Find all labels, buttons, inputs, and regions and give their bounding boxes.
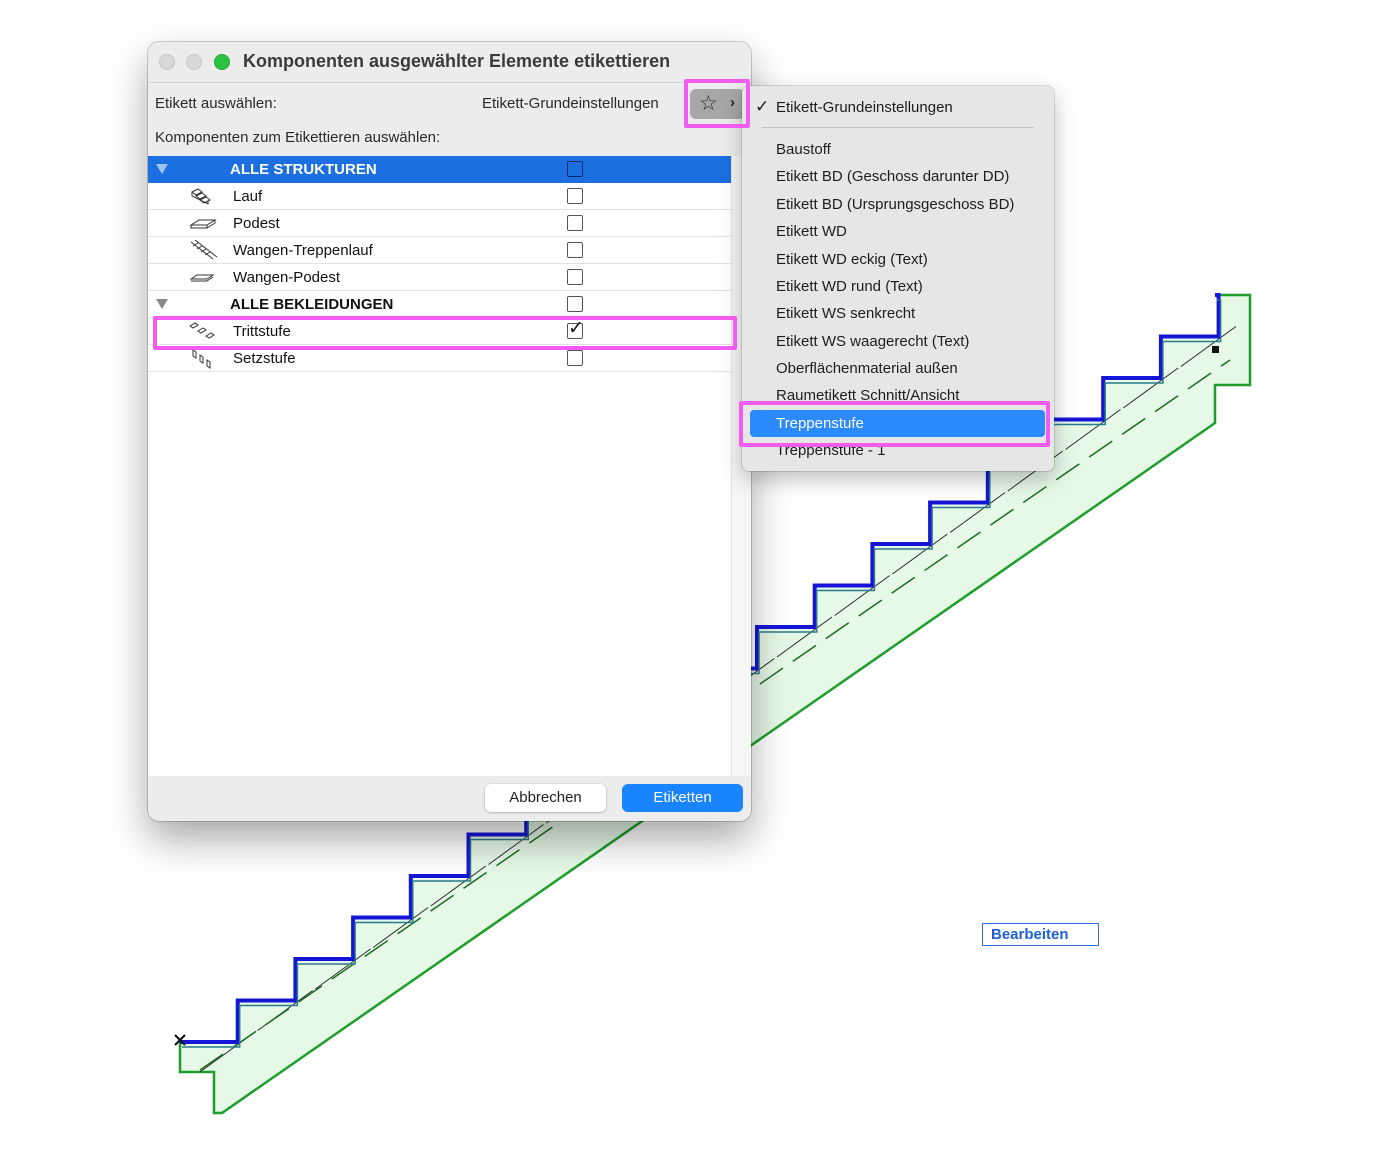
item-label: Wangen-Treppenlauf (233, 242, 373, 259)
annotation-favorites-button (684, 79, 750, 128)
list-item-wangen-treppenlauf[interactable]: Wangen-Treppenlauf (148, 237, 731, 264)
item-label: Podest (233, 215, 280, 232)
item-label: Wangen-Podest (233, 269, 341, 286)
checkbox-lauf[interactable] (567, 188, 583, 204)
disclosure-triangle-icon[interactable] (156, 299, 168, 309)
menu-item[interactable]: Etikett WS senkrecht (776, 305, 915, 322)
riser-icon (192, 349, 211, 369)
stringer-run-icon (190, 240, 218, 260)
minimize-window-button[interactable] (186, 54, 202, 70)
end-node-marker[interactable] (1212, 346, 1219, 353)
menu-item[interactable]: Etikett BD (Ursprungsgeschoss BD) (776, 196, 1014, 213)
menu-item[interactable]: Etikett WD (776, 223, 847, 240)
group-label: ALLE STRUKTUREN (230, 161, 377, 178)
components-caption: Komponenten zum Etikettieren auswählen: (155, 129, 441, 146)
list-item-wangen-podest[interactable]: Wangen-Podest (148, 264, 731, 291)
menu-item[interactable]: Baustoff (776, 141, 831, 158)
disclosure-triangle-icon[interactable] (156, 164, 168, 174)
select-label-caption: Etikett auswählen: (155, 95, 277, 112)
checkbox-claddings[interactable] (567, 296, 583, 312)
menu-item[interactable]: Etikett BD (Geschoss darunter DD) (776, 168, 1009, 185)
item-label: Setzstufe (233, 350, 296, 367)
checkbox-wangen-podest[interactable] (567, 269, 583, 285)
stringer-landing-icon (189, 274, 215, 282)
apply-labels-button[interactable]: Etiketten (622, 784, 743, 812)
dialog-footer: Abbrechen Etiketten (148, 776, 751, 821)
menu-item[interactable]: Etikett WD rund (Text) (776, 278, 923, 295)
menu-item[interactable]: Etikett WS waagerecht (Text) (776, 333, 969, 350)
dialog-title: Komponenten ausgewählter Elemente etiket… (243, 51, 671, 71)
checkbox-wangen-treppenlauf[interactable] (567, 242, 583, 258)
close-window-button[interactable] (159, 54, 175, 70)
menu-item-default[interactable]: Etikett-Grundeinstellungen (776, 99, 953, 116)
menu-separator (762, 127, 1034, 128)
annotation-trittstufe-row (153, 316, 737, 350)
edit-button[interactable]: Bearbeiten (982, 923, 1099, 946)
list-item-lauf[interactable]: Lauf (148, 183, 731, 210)
group-label: ALLE BEKLEIDUNGEN (230, 296, 394, 313)
label-components-dialog: Komponenten ausgewählter Elemente etiket… (148, 42, 751, 821)
checkmark-icon: ✓ (755, 97, 770, 116)
stair-run-icon (191, 188, 211, 205)
zoom-window-button[interactable] (214, 54, 230, 70)
cancel-button[interactable]: Abbrechen (485, 784, 606, 812)
landing-icon (189, 219, 217, 229)
menu-item[interactable]: Oberflächenmaterial außen (776, 360, 958, 377)
checkbox-podest[interactable] (567, 215, 583, 231)
item-label: Lauf (233, 188, 263, 205)
current-label-value[interactable]: Etikett-Grundeinstellungen (482, 95, 659, 112)
components-list: ALLE STRUKTUREN Lauf Podest Wangen-Trepp… (148, 156, 731, 776)
list-item-podest[interactable]: Podest (148, 210, 731, 237)
menu-item[interactable]: Etikett WD eckig (Text) (776, 251, 928, 268)
checkbox-setzstufe[interactable] (567, 350, 583, 366)
checkbox-structures[interactable] (567, 161, 583, 177)
annotation-treppenstufe-item (739, 401, 1050, 447)
title-bar[interactable]: Komponenten ausgewählter Elemente etiket… (148, 42, 751, 83)
group-row-structures[interactable]: ALLE STRUKTUREN (148, 156, 731, 183)
group-row-claddings[interactable]: ALLE BEKLEIDUNGEN (148, 291, 731, 318)
